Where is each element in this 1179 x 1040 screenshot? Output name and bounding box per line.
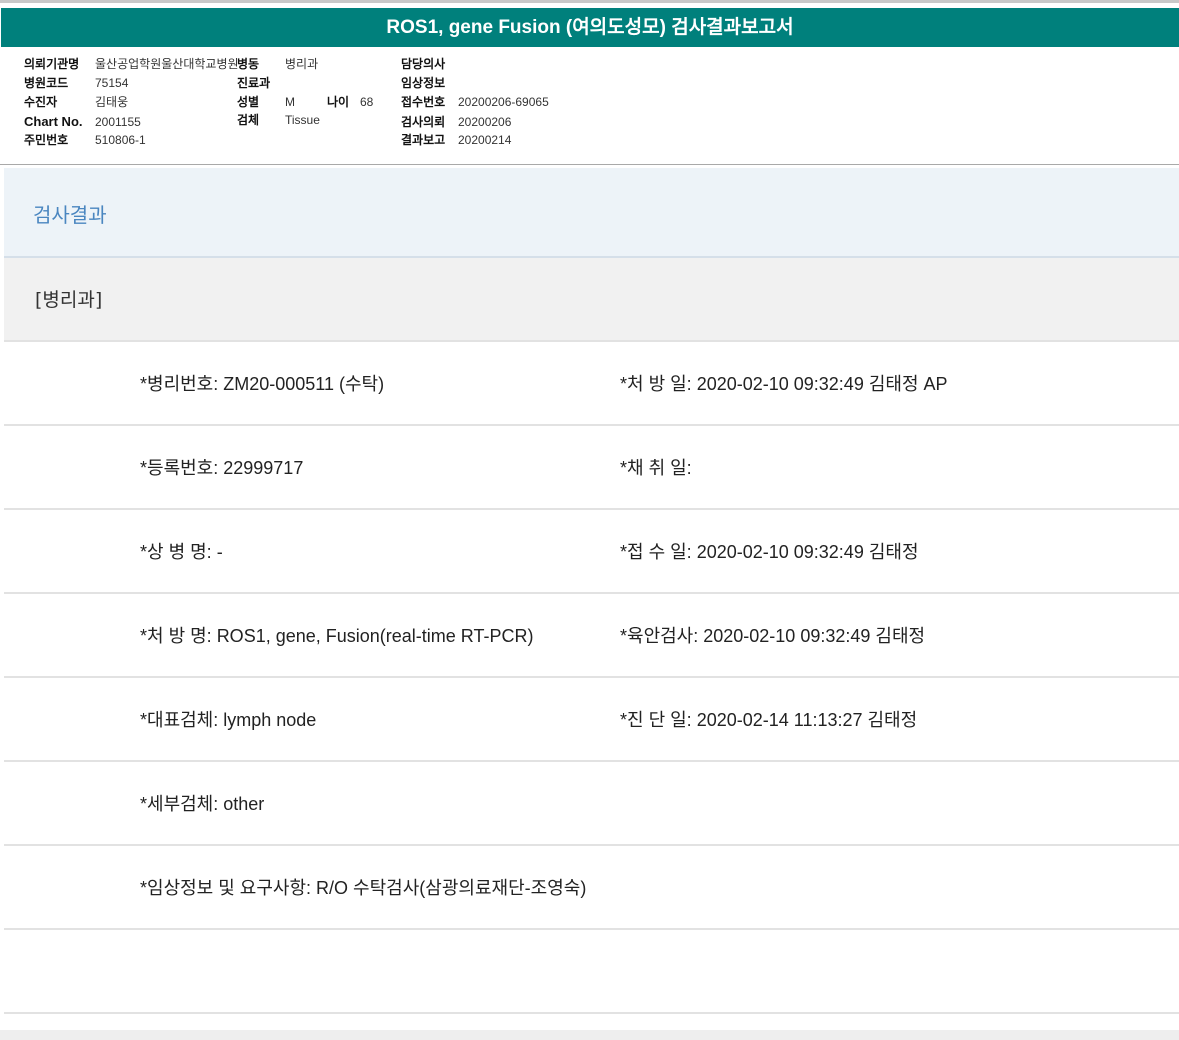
result-field-left: *병리번호: ZM20-000511 (수탁) [140, 374, 385, 394]
result-panel: 검사결과 [병리과] *병리번호: ZM20-000511 (수탁) *처 방 일… [4, 168, 1179, 1014]
result-row [4, 930, 1179, 1014]
top-divider [0, 0, 1179, 3]
bottom-bar [0, 1030, 1179, 1040]
patient-value: 김태웅 [95, 95, 129, 109]
age-value: 68 [360, 95, 374, 109]
result-field-left: *상 병 명: - [140, 542, 223, 562]
department-header: [병리과] [4, 258, 1179, 342]
hospital-code-value: 75154 [95, 76, 129, 90]
patient-info: 의뢰기관명 울산공업학원울산대학교병원 병동 병리과 담당의사 병원코드 751… [0, 48, 1179, 165]
specimen-value: Tissue [285, 113, 320, 127]
result-field-right: *진 단 일: 2020-02-14 11:13:27 김태정 [620, 710, 918, 730]
hospital-code-label: 병원코드 [24, 76, 69, 90]
rrn-label: 주민번호 [24, 133, 69, 147]
report-date-label: 결과보고 [401, 133, 446, 147]
rrn-value: 510806-1 [95, 133, 146, 147]
section-header: 검사결과 [4, 168, 1179, 258]
result-field-right: *처 방 일: 2020-02-10 09:32:49 김태정 AP [620, 374, 948, 394]
receipt-no-label: 접수번호 [401, 95, 446, 109]
ward-value: 병리과 [285, 57, 319, 71]
report-title: ROS1, gene Fusion (여의도성모) 검사결과보고서 [1, 8, 1179, 47]
chart-value: 2001155 [95, 115, 141, 129]
result-field-left: *등록번호: 22999717 [140, 458, 304, 478]
result-field-right: *육안검사: 2020-02-10 09:32:49 김태정 [620, 626, 926, 646]
institution-label: 의뢰기관명 [24, 57, 80, 71]
clinical-info-label: 임상정보 [401, 76, 446, 90]
doctor-label: 담당의사 [401, 57, 446, 71]
ward-label: 병동 [237, 57, 260, 71]
sex-value: M [285, 95, 295, 109]
result-field-left: *임상정보 및 요구사항: R/O 수탁검사(삼광의료재단-조영숙) [140, 878, 587, 898]
result-row: *임상정보 및 요구사항: R/O 수탁검사(삼광의료재단-조영숙) [4, 846, 1179, 930]
result-row: *병리번호: ZM20-000511 (수탁) *처 방 일: 2020-02-1… [4, 342, 1179, 426]
chart-label: Chart No. [24, 114, 83, 129]
institution-value: 울산공업학원울산대학교병원 [95, 57, 239, 71]
result-field-left: *처 방 명: ROS1, gene, Fusion(real-time RT-… [140, 626, 534, 646]
request-date-label: 검사의뢰 [401, 115, 446, 129]
result-field-left: *세부검체: other [140, 794, 265, 814]
result-row: *상 병 명: - *접 수 일: 2020-02-10 09:32:49 김태정 [4, 510, 1179, 594]
patient-label: 수진자 [24, 95, 58, 109]
request-date-value: 20200206 [458, 115, 512, 129]
department-title: [병리과] [35, 289, 103, 311]
report-date-value: 20200214 [458, 133, 512, 147]
age-label: 나이 [327, 95, 350, 109]
result-field-left: *대표검체: lymph node [140, 710, 317, 730]
section-title: 검사결과 [33, 203, 107, 227]
receipt-no-value: 20200206-69065 [458, 95, 549, 109]
result-row: *대표검체: lymph node *진 단 일: 2020-02-14 11:1… [4, 678, 1179, 762]
result-row: *세부검체: other [4, 762, 1179, 846]
result-row: *등록번호: 22999717 *채 취 일: [4, 426, 1179, 510]
result-field-right: *채 취 일: [620, 458, 692, 478]
department-label: 진료과 [237, 76, 271, 90]
sex-label: 성별 [237, 95, 260, 109]
result-row: *처 방 명: ROS1, gene, Fusion(real-time RT-… [4, 594, 1179, 678]
specimen-label: 검체 [237, 113, 260, 127]
result-field-right: *접 수 일: 2020-02-10 09:32:49 김태정 [620, 542, 919, 562]
